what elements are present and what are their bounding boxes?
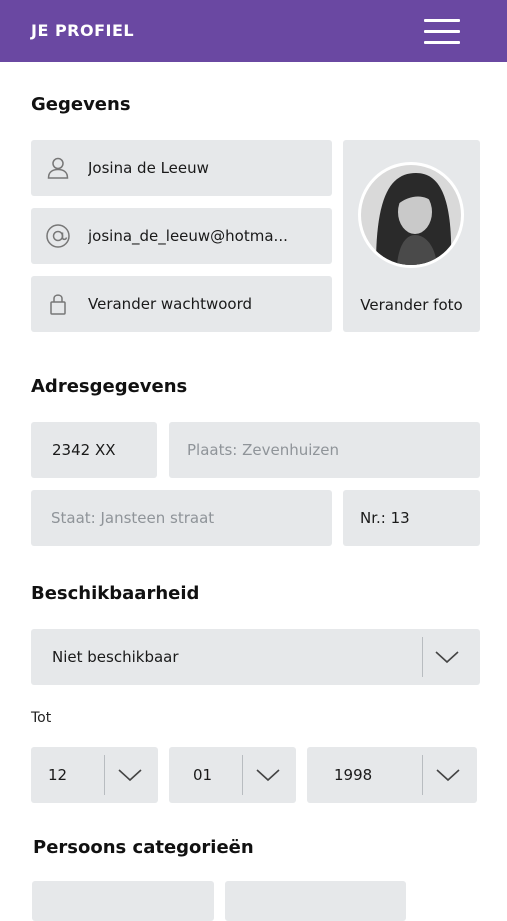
section-heading-adres: Adresgegevens (31, 376, 188, 397)
change-photo-button[interactable]: Verander foto (343, 140, 480, 332)
straat-field[interactable]: Staat: Jansteen straat (31, 490, 332, 546)
section-heading-gegevens: Gegevens (31, 94, 131, 115)
change-photo-label: Verander foto (360, 296, 463, 314)
chevron-down-icon (434, 649, 460, 665)
month-select[interactable]: 01 (169, 747, 296, 803)
month-value: 01 (193, 766, 213, 784)
plaats-placeholder: Plaats: Zevenhuizen (187, 441, 340, 459)
availability-select[interactable]: Niet beschikbaar (31, 629, 480, 685)
page-title: JE PROFIEL (31, 21, 135, 40)
lock-icon (45, 291, 71, 317)
chevron-down-icon (117, 767, 143, 783)
avatar (358, 162, 464, 268)
tot-label: Tot (31, 710, 52, 726)
change-password-button[interactable]: Verander wachtwoord (31, 276, 332, 332)
email-field[interactable]: josina_de_leeuw@hotma... (31, 208, 332, 264)
user-icon (45, 155, 71, 181)
postcode-field[interactable]: 2342 XX (31, 422, 157, 478)
change-password-label: Verander wachtwoord (88, 295, 253, 313)
plaats-field[interactable]: Plaats: Zevenhuizen (169, 422, 480, 478)
straat-placeholder: Staat: Jansteen straat (51, 509, 215, 527)
name-value: Josina de Leeuw (88, 159, 209, 177)
category-tile[interactable] (225, 881, 406, 921)
year-value: 1998 (334, 766, 373, 784)
select-divider (422, 637, 423, 677)
name-field[interactable]: Josina de Leeuw (31, 140, 332, 196)
select-divider (104, 755, 105, 795)
select-divider (422, 755, 423, 795)
huisnummer-value: Nr.: 13 (360, 509, 410, 527)
select-divider (242, 755, 243, 795)
postcode-value: 2342 XX (52, 441, 116, 459)
chevron-down-icon (255, 767, 281, 783)
day-select[interactable]: 12 (31, 747, 158, 803)
year-select[interactable]: 1998 (307, 747, 477, 803)
availability-value: Niet beschikbaar (52, 648, 179, 666)
at-icon (45, 223, 71, 249)
section-heading-categorieen: Persoons categorieën (33, 837, 254, 858)
email-value: josina_de_leeuw@hotma... (88, 227, 288, 245)
section-heading-beschikbaarheid: Beschikbaarheid (31, 583, 200, 604)
hamburger-menu-icon[interactable] (420, 16, 464, 48)
top-bar: JE PROFIEL (0, 0, 507, 62)
category-tile[interactable] (32, 881, 214, 921)
day-value: 12 (48, 766, 68, 784)
chevron-down-icon (435, 767, 461, 783)
huisnummer-field[interactable]: Nr.: 13 (343, 490, 480, 546)
